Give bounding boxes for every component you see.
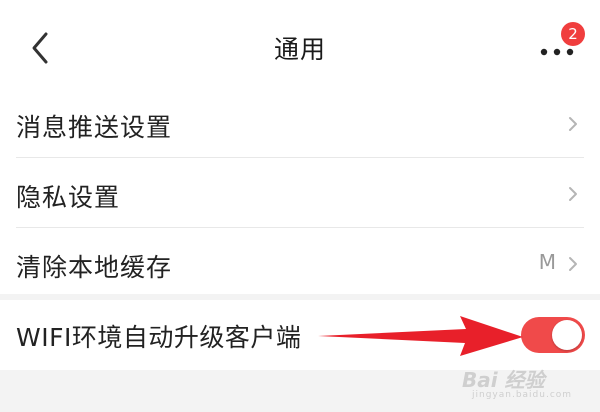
- chevron-right-icon: [569, 117, 577, 131]
- cache-size-value: M: [538, 250, 556, 274]
- chevron-right-icon: [569, 257, 577, 271]
- watermark-subtext: jingyan.baidu.com: [472, 390, 573, 400]
- top-bar: 通用 2: [0, 0, 600, 92]
- toggle-knob: [552, 320, 582, 350]
- list-item-label: 清除本地缓存: [16, 253, 173, 282]
- list-item-label: 消息推送设置: [16, 113, 173, 142]
- watermark: Bai 经验 jingyan.baidu.com: [452, 356, 592, 402]
- wifi-auto-upgrade-toggle[interactable]: [521, 317, 585, 353]
- page-title: 通用: [273, 35, 326, 64]
- notification-badge: 2: [561, 22, 585, 46]
- settings-list: 消息推送设置 隐私设置 清除本地缓存 M: [0, 88, 600, 294]
- list-item-privacy-settings[interactable]: 隐私设置: [0, 158, 600, 228]
- list-item-label: WIFI环境自动升级客户端: [16, 323, 302, 352]
- list-item-push-settings[interactable]: 消息推送设置: [0, 88, 600, 158]
- list-item-clear-cache[interactable]: 清除本地缓存 M: [0, 228, 600, 298]
- watermark-text: Bai 经验: [462, 368, 545, 392]
- chevron-right-icon: [569, 187, 577, 201]
- annotation-arrow-icon: [318, 316, 523, 356]
- list-item-label: 隐私设置: [16, 183, 121, 212]
